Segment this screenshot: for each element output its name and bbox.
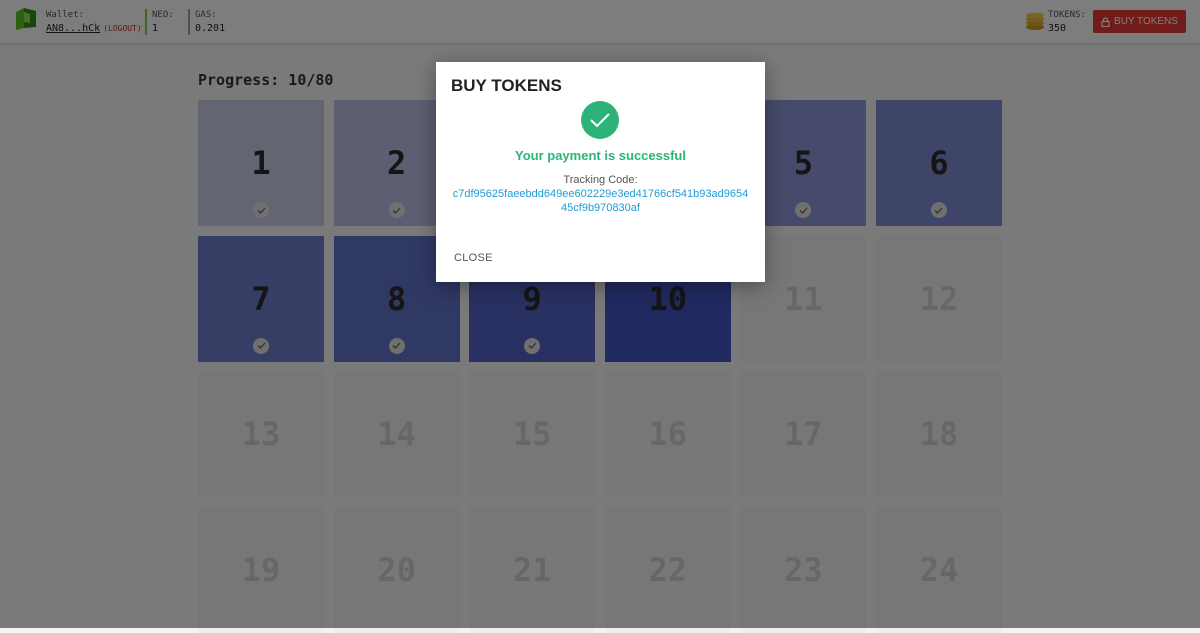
dialog-title: BUY TOKENS — [451, 76, 562, 95]
close-button[interactable]: CLOSE — [454, 252, 493, 264]
tracking-code-link[interactable]: c7df95625faeebdd649ee602229e3ed41766cf54… — [450, 187, 751, 215]
buy-tokens-dialog: BUY TOKENS Your payment is successful Tr… — [436, 62, 765, 282]
success-message: Your payment is successful — [515, 148, 686, 163]
check-circle-icon — [581, 101, 619, 139]
tracking-code-label: Tracking Code: — [563, 174, 638, 186]
